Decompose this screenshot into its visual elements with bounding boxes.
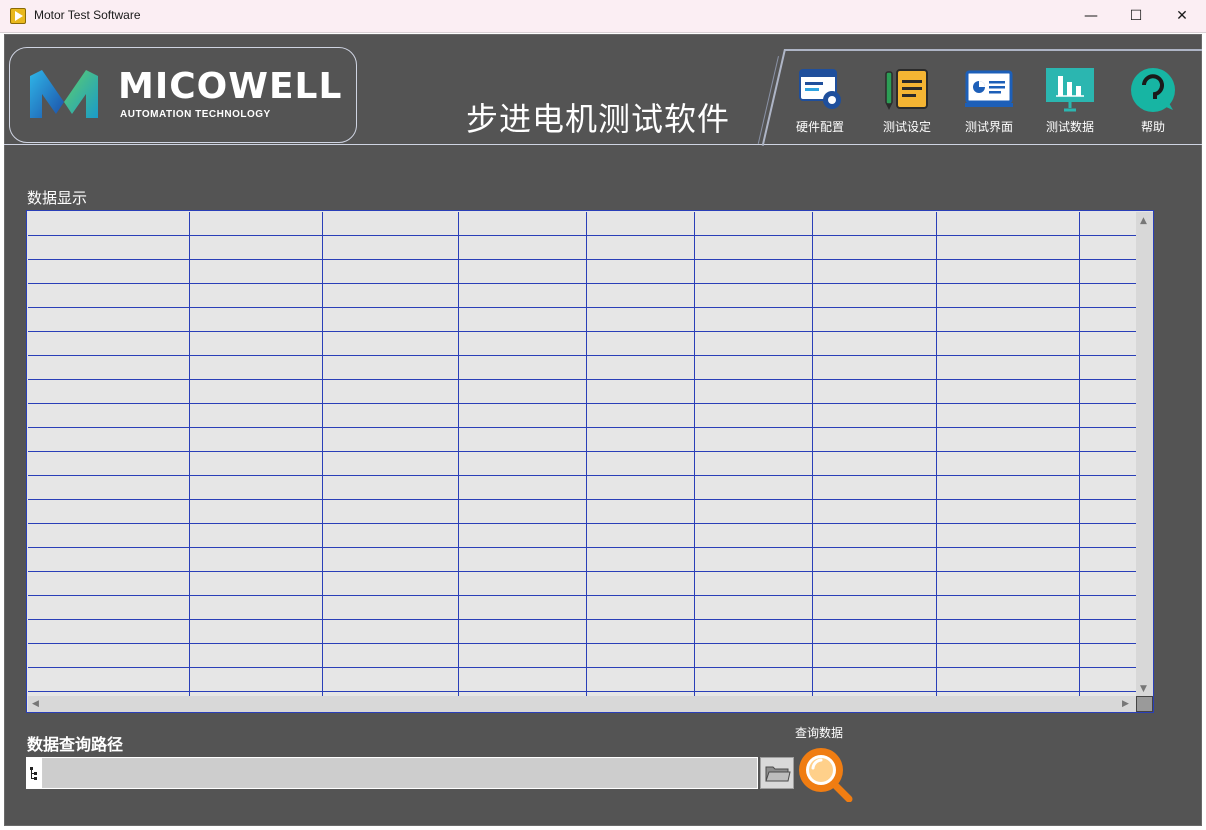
- nav-hardware-config[interactable]: 硬件配置: [782, 64, 858, 138]
- nav-label: 测试界面: [964, 120, 1013, 134]
- logo-mark-icon: [30, 70, 98, 118]
- nav-label: 硬件配置: [795, 120, 844, 134]
- query-data-label: 查询数据: [795, 726, 844, 740]
- scroll-down-icon[interactable]: ▼: [1140, 684, 1147, 694]
- nav-label: 测试设定: [882, 120, 931, 134]
- horizontal-scrollbar[interactable]: ◀ ▶: [28, 696, 1136, 712]
- help-icon: [1131, 68, 1175, 112]
- app-icon: [10, 8, 26, 24]
- minimize-button[interactable]: —: [1068, 0, 1114, 32]
- query-path-label: 数据查询路径: [27, 735, 124, 754]
- nav-test-interface[interactable]: 测试界面: [951, 64, 1027, 138]
- query-data-button[interactable]: [796, 744, 854, 803]
- nav-frame-top: [784, 49, 1202, 51]
- path-tree-icon: [27, 758, 42, 788]
- nav-label: 帮助: [1140, 120, 1165, 134]
- scroll-right-icon[interactable]: ▶: [1122, 699, 1129, 709]
- scroll-left-icon[interactable]: ◀: [32, 699, 39, 709]
- test-settings-icon: [885, 69, 928, 110]
- query-path-field[interactable]: [26, 757, 758, 789]
- maximize-button[interactable]: ☐: [1113, 0, 1159, 32]
- table-background: [28, 212, 1136, 696]
- nav-test-data[interactable]: 测试数据: [1032, 64, 1108, 138]
- data-display-label: 数据显示: [27, 189, 88, 207]
- window-title: Motor Test Software: [34, 8, 141, 22]
- hardware-config-icon: [799, 69, 841, 109]
- scroll-corner: [1136, 696, 1153, 712]
- browse-folder-button[interactable]: [760, 757, 794, 789]
- test-data-icon: [1046, 68, 1094, 112]
- data-table[interactable]: ▲ ▼ ◀ ▶: [26, 210, 1154, 713]
- search-icon: [799, 748, 853, 803]
- header-divider: [4, 144, 1202, 145]
- close-button[interactable]: ✕: [1159, 0, 1205, 32]
- vertical-scrollbar[interactable]: ▲ ▼: [1136, 212, 1153, 696]
- scroll-up-icon[interactable]: ▲: [1140, 216, 1147, 226]
- test-interface-icon: [965, 70, 1013, 107]
- nav-help[interactable]: 帮助: [1115, 64, 1191, 138]
- logo-wordmark: MICOWELL: [118, 66, 343, 107]
- window-titlebar: Motor Test Software — ☐ ✕: [0, 0, 1206, 33]
- company-logo: MICOWELL AUTOMATION TECHNOLOGY: [9, 47, 357, 143]
- data-table-grid[interactable]: [28, 212, 1136, 696]
- folder-icon: [765, 766, 791, 782]
- nav-test-settings[interactable]: 测试设定: [869, 64, 945, 138]
- nav-label: 测试数据: [1045, 120, 1094, 134]
- app-title: 步进电机测试软件: [466, 100, 731, 138]
- query-path-input[interactable]: [43, 759, 757, 787]
- logo-subtitle: AUTOMATION TECHNOLOGY: [120, 109, 271, 120]
